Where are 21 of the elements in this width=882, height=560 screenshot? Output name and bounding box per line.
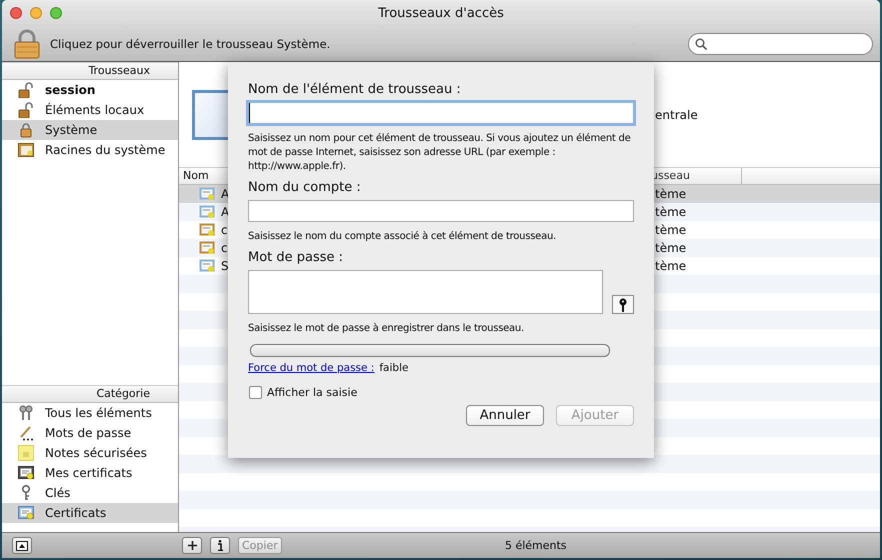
- table-cell: tème: [655, 187, 686, 201]
- window-title: Trousseaux d'accès: [377, 6, 505, 20]
- section-heading: Trousseaux: [2, 62, 178, 80]
- table-cell: c: [221, 223, 228, 237]
- table-cell: c: [221, 241, 228, 255]
- table-cell: tème: [655, 241, 686, 255]
- help-text: Saisissez un nom pour cet élément de trousseau. Si vous ajoutez un élément de mot de passe Internet, saisissez son adresse URL (par exemple : http://www.apple.fr).: [248, 132, 632, 174]
- field-label: Mot de passe :: [248, 250, 344, 265]
- table-cell: tème: [655, 259, 686, 273]
- strength-value: faible: [379, 362, 408, 374]
- field-label: Nom du compte :: [248, 180, 362, 195]
- table-cell: tème: [655, 205, 686, 219]
- item-count: 5 éléments: [504, 539, 568, 552]
- section-heading: Catégorie: [2, 385, 178, 403]
- field-label: Nom de l'élément de trousseau :: [248, 82, 462, 97]
- table-cell: tème: [655, 223, 686, 237]
- detail-text: entrale: [655, 108, 698, 122]
- table-cell: S: [221, 259, 229, 273]
- help-text: Saisissez le nom du compte associé à cet élément de trousseau.: [248, 230, 557, 244]
- help-text: Saisissez le mot de passe à enregistrer dans le trousseau.: [248, 322, 525, 336]
- lock-message: Cliquez pour déverrouiller le trousseau Système.: [50, 36, 332, 50]
